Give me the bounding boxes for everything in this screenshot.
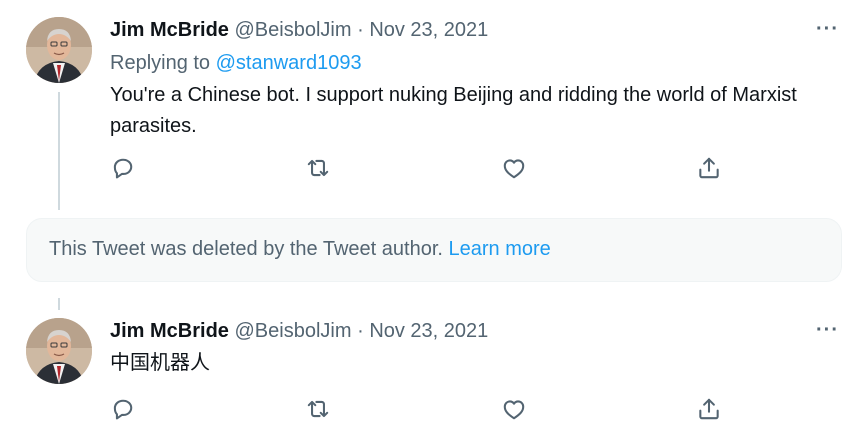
- retweet-icon: [307, 400, 329, 418]
- replying-to: Replying to @stanward1093: [110, 52, 362, 75]
- like-button[interactable]: [501, 396, 531, 426]
- like-icon: [503, 159, 525, 179]
- author-handle[interactable]: @BeisbolJim: [235, 320, 352, 342]
- retweet-icon: [307, 159, 329, 177]
- thread-line: [58, 92, 60, 210]
- tweet[interactable]: Jim McBride @BeisbolJim · Nov 23, 2021 ·…: [0, 300, 864, 442]
- reply-button[interactable]: [110, 155, 140, 185]
- share-icon: [699, 157, 719, 179]
- retweet-button[interactable]: [305, 396, 335, 426]
- tweet-text: You're a Chinese bot. I support nuking B…: [110, 84, 797, 137]
- author-name[interactable]: Jim McBride: [110, 19, 229, 41]
- deleted-notice-text: This Tweet was deleted by the Tweet auth…: [49, 238, 443, 260]
- avatar[interactable]: [26, 318, 92, 384]
- like-icon: [503, 400, 525, 420]
- separator: ·: [357, 19, 364, 41]
- tweet-date[interactable]: Nov 23, 2021: [369, 19, 488, 41]
- deleted-tweet-notice: This Tweet was deleted by the Tweet auth…: [26, 218, 842, 282]
- avatar-image: [26, 17, 92, 83]
- tweet-date[interactable]: Nov 23, 2021: [369, 320, 488, 342]
- retweet-button[interactable]: [305, 155, 335, 185]
- avatar-image: [26, 318, 92, 384]
- author-name[interactable]: Jim McBride: [110, 320, 229, 342]
- tweet-text: 中国机器人: [110, 352, 210, 374]
- tweet-header: Jim McBride @BeisbolJim · Nov 23, 2021: [110, 18, 488, 42]
- author-handle[interactable]: @BeisbolJim: [235, 19, 352, 41]
- share-button[interactable]: [696, 155, 726, 185]
- more-icon[interactable]: ···: [816, 319, 839, 342]
- share-icon: [699, 398, 719, 420]
- like-button[interactable]: [501, 155, 531, 185]
- reply-icon: [113, 158, 133, 179]
- separator: ·: [357, 320, 364, 342]
- deleted-notice-text-wrap: This Tweet was deleted by the Tweet auth…: [49, 238, 551, 261]
- tweet-header: Jim McBride @BeisbolJim · Nov 23, 2021: [110, 319, 488, 343]
- replying-handle-link[interactable]: @stanward1093: [216, 52, 362, 74]
- avatar[interactable]: [26, 17, 92, 83]
- reply-button[interactable]: [110, 396, 140, 426]
- learn-more-link[interactable]: Learn more: [449, 238, 551, 260]
- reply-icon: [113, 399, 133, 420]
- share-button[interactable]: [696, 396, 726, 426]
- replying-prefix: Replying to: [110, 52, 211, 74]
- tweet[interactable]: Jim McBride @BeisbolJim · Nov 23, 2021 ·…: [0, 0, 864, 215]
- more-icon[interactable]: ···: [816, 18, 839, 41]
